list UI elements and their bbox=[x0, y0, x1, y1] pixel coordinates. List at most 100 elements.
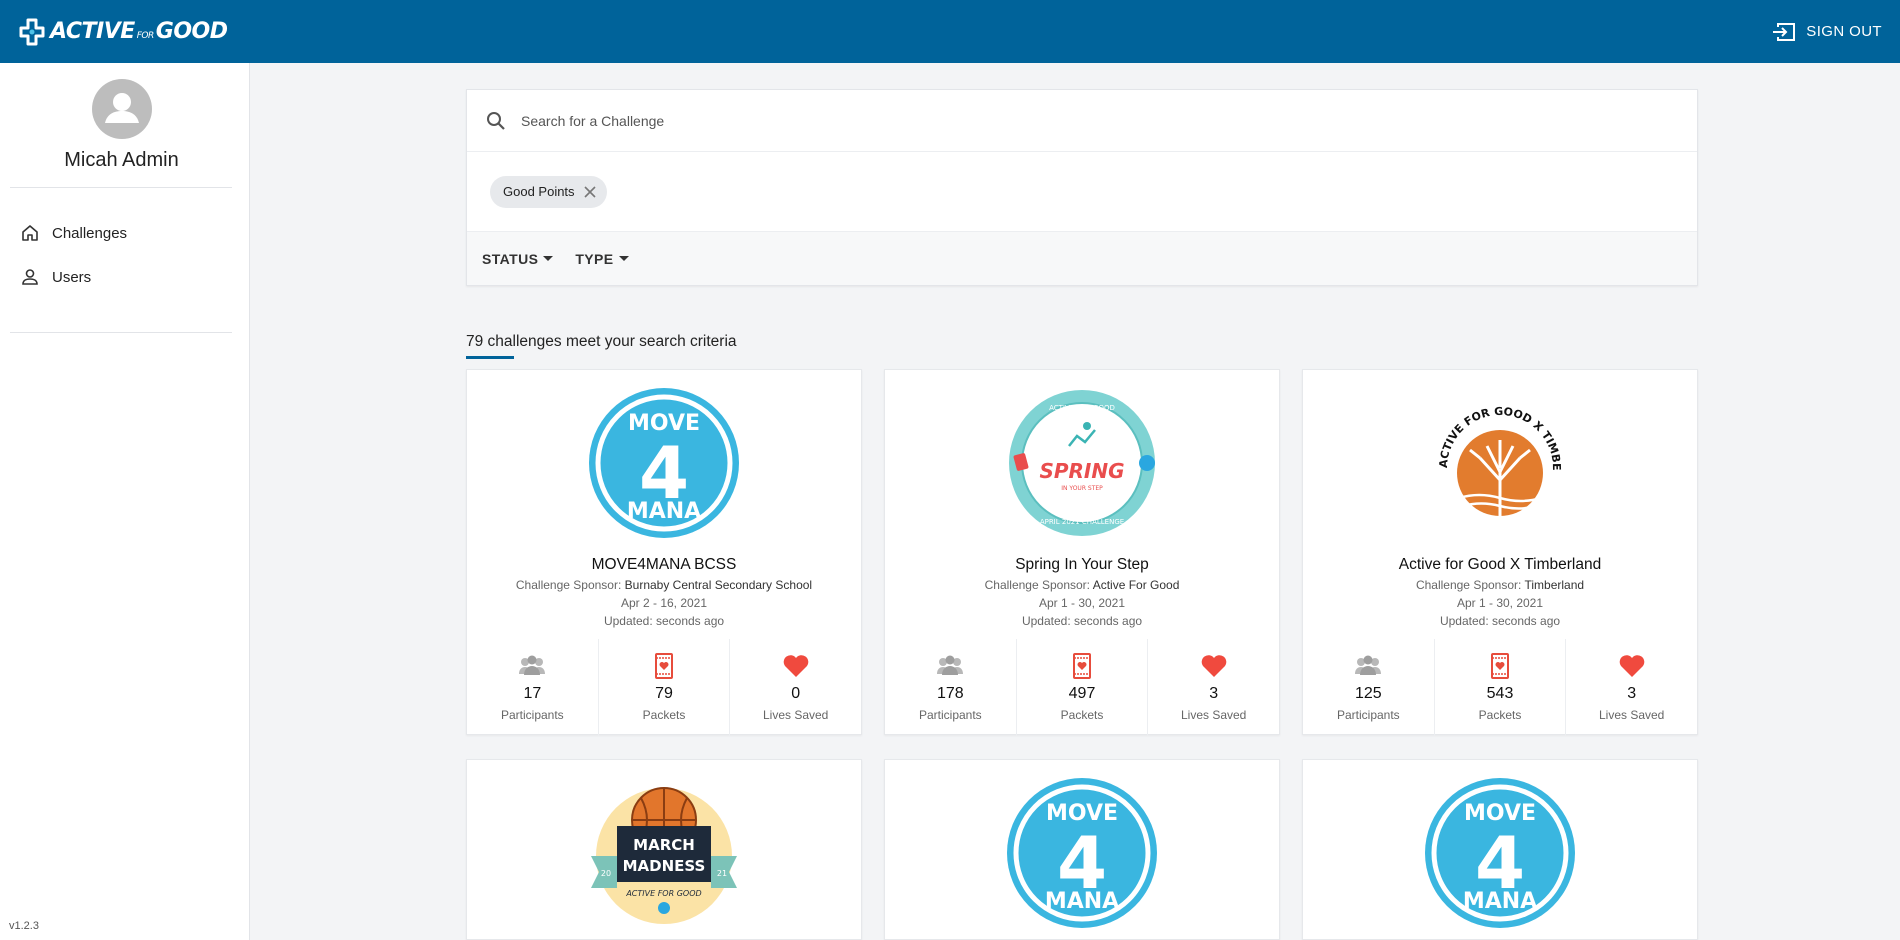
status-filter-dropdown[interactable]: STATUS bbox=[482, 250, 554, 267]
packets-label: Packets bbox=[1060, 708, 1104, 722]
packet-icon bbox=[1491, 653, 1509, 679]
user-avatar-icon bbox=[105, 93, 139, 123]
filter-chip-good-points[interactable]: Good Points bbox=[490, 175, 607, 208]
packets-label: Packets bbox=[642, 708, 686, 722]
sidebar-item-label: Challenges bbox=[52, 224, 128, 242]
lives-saved-count: 3 bbox=[1627, 685, 1637, 702]
app-header: ACTIVE FORGOOD SIGN OUT bbox=[0, 0, 1900, 63]
home-icon bbox=[22, 225, 38, 241]
lives-saved-count: 3 bbox=[1209, 685, 1219, 702]
stat-lives-saved: 0 Lives Saved bbox=[730, 639, 861, 736]
person-icon bbox=[22, 269, 38, 285]
move4mana-logo: MOVE 4 MANA bbox=[1007, 778, 1157, 928]
type-filter-dropdown[interactable]: TYPE bbox=[575, 250, 629, 267]
lives-saved-count: 0 bbox=[791, 685, 801, 702]
card-title: MOVE4MANA BCSS bbox=[591, 556, 737, 573]
packet-icon bbox=[1073, 653, 1091, 679]
sponsor-label: Challenge Sponsor: bbox=[515, 578, 622, 592]
stat-packets: 79 Packets bbox=[599, 639, 731, 736]
challenge-card[interactable]: ACTIVE FOR GOOD X TIMBERLAND Active for … bbox=[1302, 369, 1698, 736]
chevron-down-icon bbox=[543, 256, 554, 261]
challenge-card[interactable]: MARCH MADNESS 20 21 ACTIVE FOR GOOD bbox=[466, 759, 862, 940]
card-sponsor: Challenge Sponsor: Timberland bbox=[1303, 578, 1697, 592]
card-dates: Apr 2 - 16, 2021 bbox=[620, 596, 708, 610]
participants-count: 125 bbox=[1354, 685, 1382, 702]
type-filter-label: TYPE bbox=[575, 250, 614, 267]
packets-count: 543 bbox=[1486, 685, 1514, 702]
sidebar-item-challenges[interactable]: Challenges bbox=[10, 213, 232, 253]
stat-participants: 178 Participants bbox=[885, 639, 1017, 736]
sign-out-icon bbox=[1773, 22, 1796, 41]
march-madness-logo: MARCH MADNESS 20 21 ACTIVE FOR GOOD bbox=[591, 787, 737, 924]
packets-label: Packets bbox=[1478, 708, 1522, 722]
spring-logo: ACTIVE FOR GOOD SPRING IN YOUR STEP APRI… bbox=[1009, 390, 1155, 536]
logo-text: SPRING bbox=[1039, 459, 1124, 483]
card-dates: Apr 1 - 30, 2021 bbox=[1038, 596, 1126, 610]
close-icon[interactable] bbox=[583, 185, 597, 199]
card-sponsor: Challenge Sponsor: Burnaby Central Secon… bbox=[467, 578, 861, 592]
logo-text: APRIL 2021 CHALLENGE bbox=[1040, 518, 1124, 526]
app-logo[interactable]: ACTIVE FORGOOD bbox=[18, 17, 228, 47]
participants-icon bbox=[1355, 655, 1382, 675]
sidebar-divider bbox=[10, 187, 232, 188]
sponsor-name: Burnaby Central Secondary School bbox=[624, 578, 813, 592]
card-stats: 178 Participants 497 Packets 3 Lives Sav… bbox=[885, 639, 1279, 736]
sidebar: Micah Admin Challenges Users v1.2.3 bbox=[0, 63, 250, 940]
move4mana-logo: MOVE 4 MANA bbox=[589, 388, 739, 538]
challenge-card[interactable]: MOVE 4 MANA bbox=[1302, 759, 1698, 940]
participants-label: Participants bbox=[918, 708, 982, 722]
chevron-down-icon bbox=[618, 256, 629, 261]
user-name: Micah Admin bbox=[64, 149, 179, 171]
stat-participants: 17 Participants bbox=[467, 639, 599, 736]
card-sponsor: Challenge Sponsor: Active For Good bbox=[885, 578, 1279, 592]
packets-count: 79 bbox=[655, 685, 673, 702]
logo-text: MARCH bbox=[633, 836, 695, 854]
card-dates: Apr 1 - 30, 2021 bbox=[1456, 596, 1544, 610]
stat-lives-saved: 3 Lives Saved bbox=[1148, 639, 1279, 736]
sponsor-name: Timberland bbox=[1524, 578, 1585, 592]
participants-icon bbox=[937, 655, 964, 675]
sponsor-name: Active For Good bbox=[1092, 578, 1180, 592]
lives-saved-label: Lives Saved bbox=[762, 708, 829, 722]
logo-text: IN YOUR STEP bbox=[1061, 485, 1103, 492]
challenge-card[interactable]: MOVE 4 MANA MOVE4MANA BCSS Challenge Spo… bbox=[466, 369, 862, 736]
packets-count: 497 bbox=[1068, 685, 1096, 702]
results-underline bbox=[466, 356, 514, 359]
participants-label: Participants bbox=[500, 708, 564, 722]
card-updated: Updated: seconds ago bbox=[603, 614, 725, 628]
card-updated: Updated: seconds ago bbox=[1021, 614, 1143, 628]
logo-text: MADNESS bbox=[623, 857, 706, 875]
stat-lives-saved: 3 Lives Saved bbox=[1566, 639, 1697, 736]
app-version: v1.2.3 bbox=[9, 920, 39, 932]
stat-packets: 543 Packets bbox=[1435, 639, 1567, 736]
logo-text: MANA bbox=[1045, 889, 1119, 914]
card-title: Active for Good X Timberland bbox=[1398, 556, 1602, 573]
logo-text: MANA bbox=[627, 499, 701, 524]
search-row bbox=[467, 90, 1697, 152]
card-updated: Updated: seconds ago bbox=[1439, 614, 1561, 628]
search-input[interactable] bbox=[521, 112, 1421, 129]
logo-text: ACTIVE FOR GOOD bbox=[1049, 404, 1115, 412]
search-icon bbox=[487, 111, 505, 130]
sidebar-item-users[interactable]: Users bbox=[10, 257, 232, 297]
filter-chip-row: Good Points bbox=[467, 152, 1697, 232]
chip-label: Good Points bbox=[503, 184, 575, 199]
card-stats: 125 Participants 543 Packets 3 Lives Sav… bbox=[1303, 639, 1697, 736]
logo-cross-icon bbox=[19, 18, 45, 45]
lives-saved-label: Lives Saved bbox=[1598, 708, 1665, 722]
sidebar-item-label: Users bbox=[52, 268, 92, 286]
challenge-card[interactable]: ACTIVE FOR GOOD SPRING IN YOUR STEP APRI… bbox=[884, 369, 1280, 736]
logo-wordmark: ACTIVE FORGOOD bbox=[50, 19, 228, 44]
challenge-card[interactable]: MOVE 4 MANA bbox=[884, 759, 1280, 940]
heart-icon bbox=[1201, 655, 1226, 677]
logo-text: 20 bbox=[601, 869, 611, 878]
packet-icon bbox=[655, 653, 673, 679]
heart-icon bbox=[783, 655, 808, 677]
timberland-logo: ACTIVE FOR GOOD X TIMBERLAND bbox=[1425, 388, 1563, 516]
status-filter-label: STATUS bbox=[482, 250, 539, 267]
logo-text: ACTIVE FOR GOOD bbox=[625, 889, 701, 898]
sign-out-button[interactable]: SIGN OUT bbox=[1772, 21, 1882, 43]
participants-count: 178 bbox=[936, 685, 964, 702]
avatar[interactable] bbox=[92, 79, 152, 139]
stat-packets: 497 Packets bbox=[1017, 639, 1149, 736]
